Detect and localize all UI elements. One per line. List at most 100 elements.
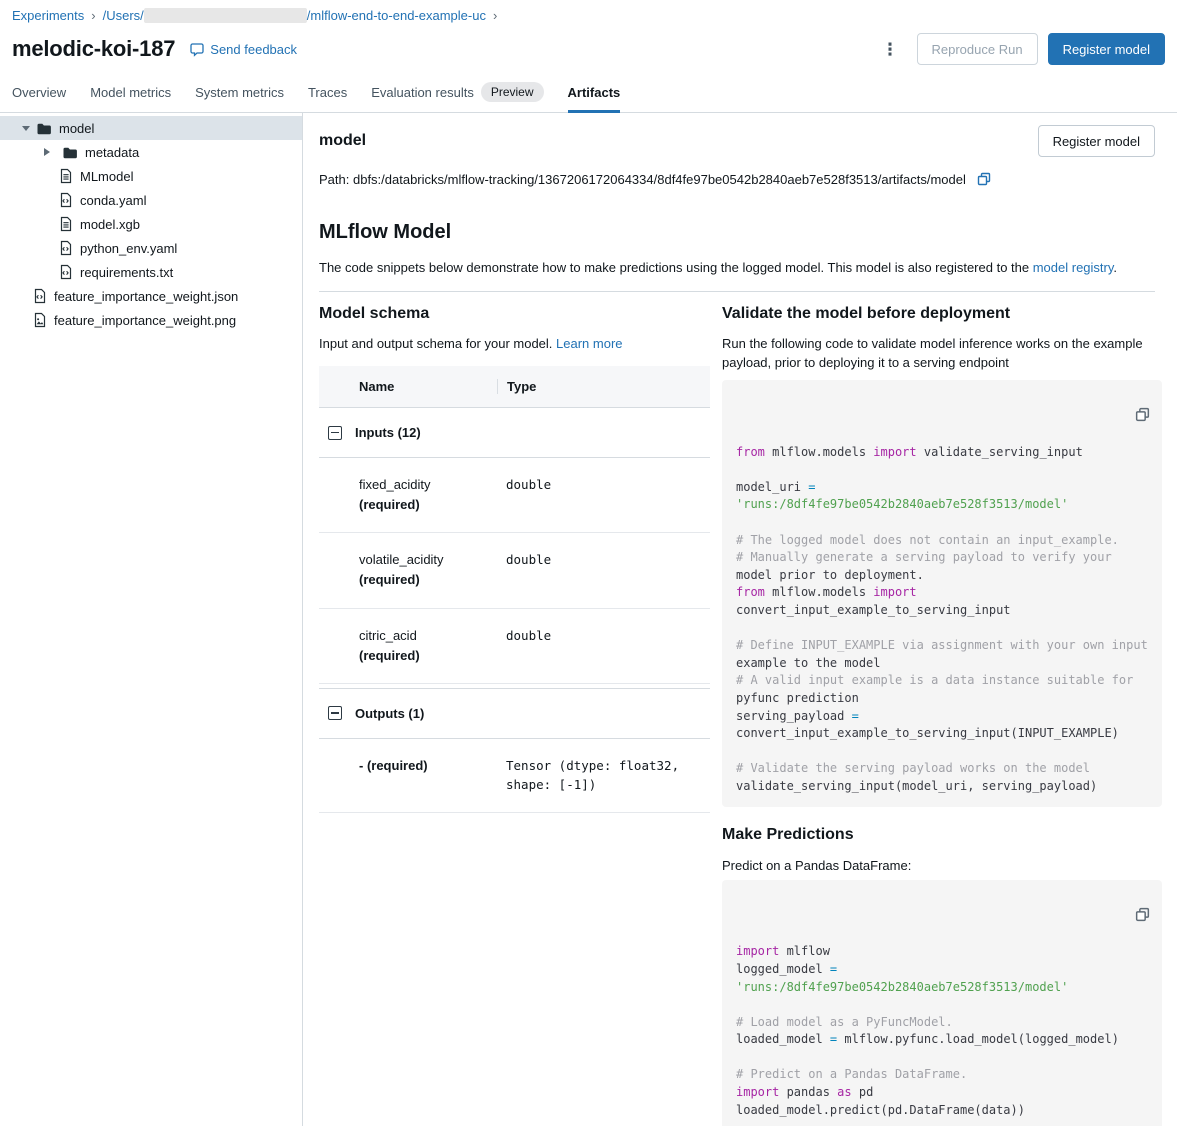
tab-evaluation-results[interactable]: Evaluation results Preview <box>371 82 543 112</box>
schema-field-name: fixed_acidity <box>359 475 497 495</box>
mlflow-model-title: MLflow Model <box>319 221 1155 244</box>
document-file-icon <box>58 168 73 184</box>
preview-badge: Preview <box>481 82 544 102</box>
path-value: dbfs:/databricks/mlflow-tracking/1367206… <box>353 172 966 187</box>
run-title: melodic-koi-187 <box>12 36 175 62</box>
artifact-path-row: Path: dbfs:/databricks/mlflow-tracking/1… <box>319 171 1155 187</box>
tab-label: Traces <box>308 85 347 100</box>
table-row: - (required) Tensor (dtype: float32, sha… <box>319 739 710 813</box>
column-header-name: Name <box>319 379 497 394</box>
tab-artifacts[interactable]: Artifacts <box>568 82 621 112</box>
breadcrumb-experiments-link[interactable]: Experiments <box>12 8 84 23</box>
tree-item-label: model.xgb <box>80 217 140 232</box>
required-badge: (required) <box>359 495 497 515</box>
send-feedback-link[interactable]: Send feedback <box>189 42 297 57</box>
chevron-right-icon: › <box>91 8 95 23</box>
schema-table: Name Type Inputs (12) fixed_acidity(requ… <box>319 366 710 813</box>
register-model-secondary-button[interactable]: Register model <box>1038 125 1155 157</box>
tree-item-label: metadata <box>85 145 139 160</box>
collapse-minus-icon[interactable] <box>328 426 342 440</box>
column-header-type: Type <box>497 379 710 394</box>
title-row: melodic-koi-187 Send feedback ⋮ Reproduc… <box>12 33 1165 65</box>
model-registry-link[interactable]: model registry <box>1033 260 1114 275</box>
learn-more-link[interactable]: Learn more <box>556 336 622 351</box>
caret-right-icon[interactable] <box>44 148 54 156</box>
tree-item-label: python_env.yaml <box>80 241 177 256</box>
divider <box>319 291 1155 292</box>
model-schema-title: Model schema <box>319 305 710 323</box>
send-feedback-label: Send feedback <box>210 42 297 57</box>
folder-icon <box>36 121 52 136</box>
tree-item-conda-yaml[interactable]: conda.yaml <box>0 188 302 212</box>
tab-traces[interactable]: Traces <box>308 82 347 112</box>
schema-field-type: double <box>497 475 710 515</box>
breadcrumb-experiment-name: /mlflow-end-to-end-example-uc <box>307 8 486 23</box>
schema-field-type: Tensor (dtype: float32, shape: [-1]) <box>497 756 710 795</box>
validate-description: Run the following code to validate model… <box>722 335 1162 373</box>
schema-field-type: double <box>497 626 710 666</box>
code-file-icon <box>32 288 47 304</box>
caret-down-icon[interactable] <box>22 126 30 135</box>
breadcrumb-users-prefix: /Users/ <box>103 8 144 23</box>
copy-icon <box>1134 906 1151 923</box>
breadcrumb-experiment-link[interactable]: /Users/ /mlflow-end-to-end-example-uc <box>103 8 486 23</box>
document-file-icon <box>58 216 73 232</box>
schema-field-name: volatile_acidity <box>359 550 497 570</box>
validate-code-block: from mlflow.models import validate_servi… <box>722 380 1162 807</box>
code-snippets-section: Validate the model before deployment Run… <box>722 305 1162 1126</box>
tab-overview[interactable]: Overview <box>12 82 66 112</box>
code-file-icon <box>58 240 73 256</box>
model-schema-subtitle: Input and output schema for your model. … <box>319 335 710 354</box>
tree-item-feature-importance-png[interactable]: feature_importance_weight.png <box>0 308 302 332</box>
image-file-icon <box>32 312 47 328</box>
tree-item-requirements-txt[interactable]: requirements.txt <box>0 260 302 284</box>
path-label: Path: <box>319 172 349 187</box>
tab-label: Overview <box>12 85 66 100</box>
tree-item-python-env-yaml[interactable]: python_env.yaml <box>0 236 302 260</box>
overflow-menu-icon[interactable]: ⋮ <box>874 41 907 58</box>
model-schema-section: Model schema Input and output schema for… <box>319 305 710 1126</box>
tree-item-model-xgb[interactable]: model.xgb <box>0 212 302 236</box>
copy-icon <box>1134 406 1151 423</box>
mlflow-model-description: The code snippets below demonstrate how … <box>319 259 1155 277</box>
tree-item-label: feature_importance_weight.json <box>54 289 238 304</box>
tree-item-label: MLmodel <box>80 169 133 184</box>
validate-title: Validate the model before deployment <box>722 305 1162 323</box>
copy-code-button[interactable] <box>1047 389 1151 447</box>
tree-item-label: requirements.txt <box>80 265 173 280</box>
breadcrumb: Experiments › /Users/ /mlflow-end-to-end… <box>12 8 1165 23</box>
schema-group-inputs: Inputs (12) <box>319 408 710 458</box>
tab-label: Model metrics <box>90 85 171 100</box>
schema-table-header: Name Type <box>319 366 710 408</box>
artifact-file-tree: model metadata MLmodel conda.yaml model.… <box>0 113 303 1126</box>
tree-item-model[interactable]: model <box>0 116 302 140</box>
tab-model-metrics[interactable]: Model metrics <box>90 82 171 112</box>
tree-item-feature-importance-json[interactable]: feature_importance_weight.json <box>0 284 302 308</box>
tab-system-metrics[interactable]: System metrics <box>195 82 284 112</box>
schema-field-name: citric_acid <box>359 626 497 646</box>
tab-label: System metrics <box>195 85 284 100</box>
required-badge: (required) <box>359 646 497 666</box>
artifact-path: Path: dbfs:/databricks/mlflow-tracking/1… <box>319 172 966 187</box>
schema-field-name: - (required) <box>359 756 497 776</box>
make-predictions-title: Make Predictions <box>722 826 1162 844</box>
tab-bar: Overview Model metrics System metrics Tr… <box>0 82 1177 113</box>
schema-field-type: double <box>497 550 710 590</box>
copy-code-button[interactable] <box>1047 889 1151 947</box>
tab-label: Artifacts <box>568 85 621 100</box>
folder-icon <box>62 145 78 160</box>
table-row: fixed_acidity(required) double <box>319 458 710 533</box>
collapse-minus-icon[interactable] <box>328 706 342 720</box>
feedback-bubble-icon <box>189 42 205 57</box>
page-header: Experiments › /Users/ /mlflow-end-to-end… <box>0 0 1177 65</box>
tree-item-mlmodel[interactable]: MLmodel <box>0 164 302 188</box>
table-row: citric_acid(required) double <box>319 609 710 684</box>
register-model-button[interactable]: Register model <box>1048 33 1165 65</box>
tree-item-label: model <box>59 121 94 136</box>
description-period: . <box>1113 260 1117 275</box>
copy-path-button[interactable] <box>976 171 992 187</box>
code-file-icon <box>58 264 73 280</box>
reproduce-run-button[interactable]: Reproduce Run <box>917 33 1038 65</box>
tree-item-metadata[interactable]: metadata <box>0 140 302 164</box>
artifact-main-panel: model Register model Path: dbfs:/databri… <box>303 113 1177 1126</box>
